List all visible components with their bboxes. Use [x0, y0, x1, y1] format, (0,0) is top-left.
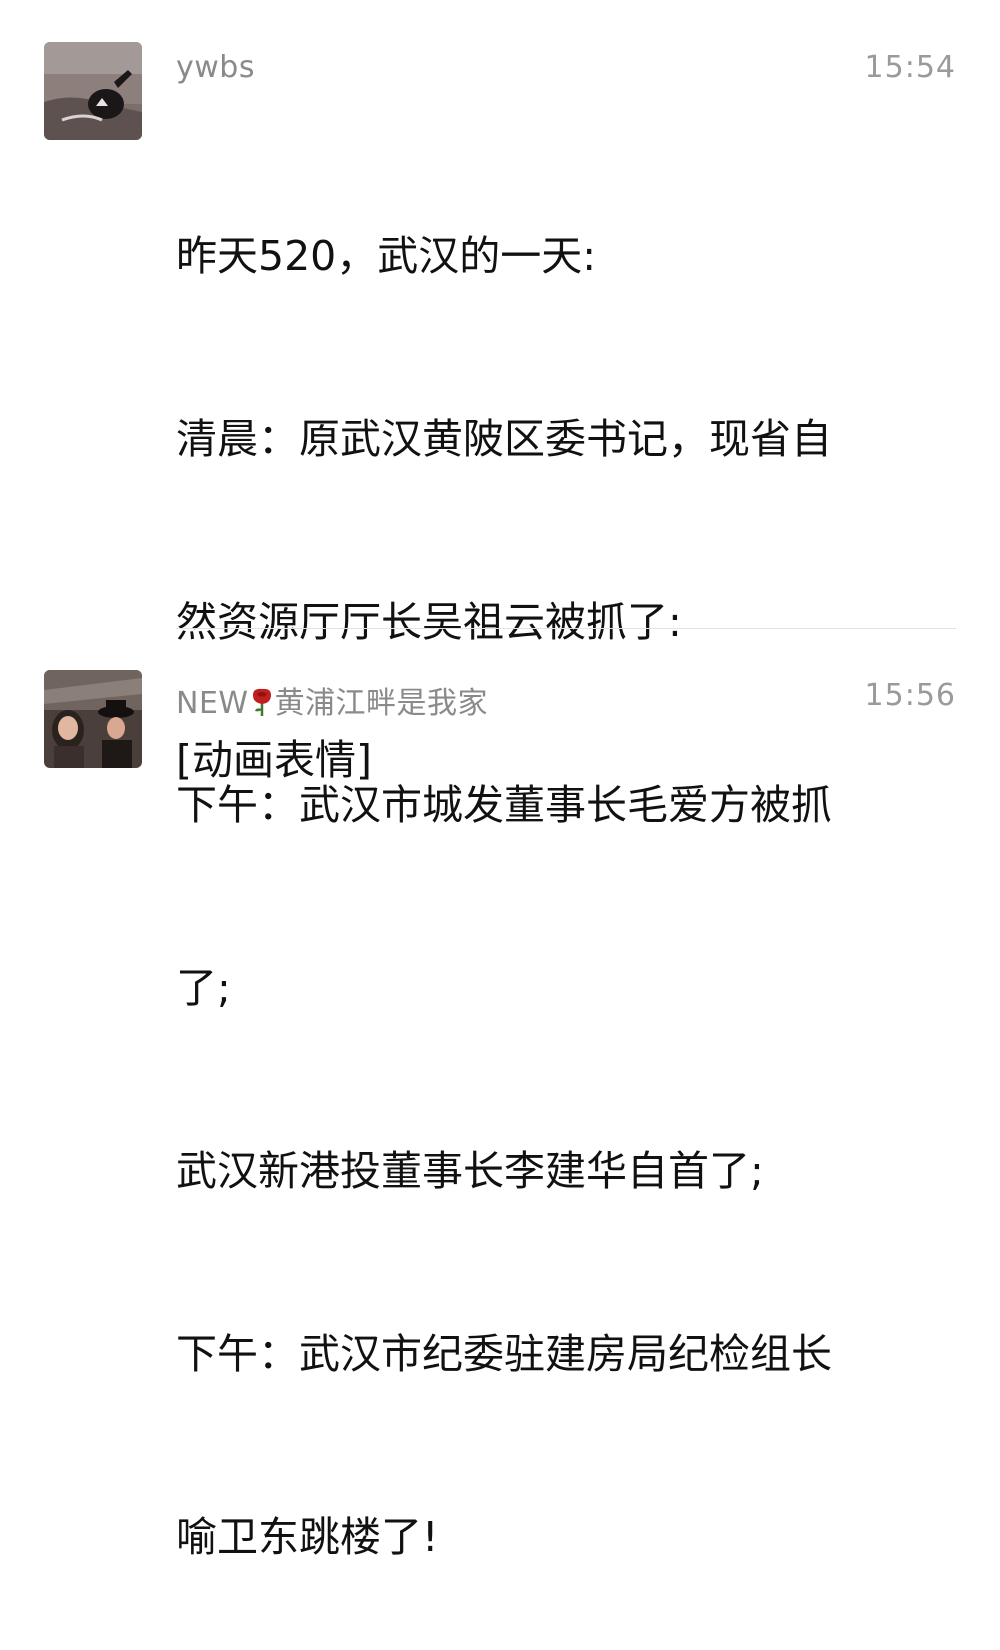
chat-message: NEW 黄浦江畔是我家 15:56 [动画表情]: [0, 632, 1000, 825]
sender-avatar[interactable]: [44, 42, 142, 140]
message-timestamp: 15:54: [864, 50, 956, 85]
message-text: 昨天520，武汉的一天: 清晨：原武汉黄陂区委书记，现省自 然资源厅厅长吴祖云被…: [176, 104, 966, 1650]
photo-avatar-icon: [44, 42, 142, 140]
sender-name[interactable]: ywbs: [176, 50, 255, 85]
sender-name-suffix: 黄浦江畔是我家: [274, 686, 489, 721]
message-line: 昨天520，武汉的一天:: [176, 232, 597, 280]
photo-avatar-icon: [44, 670, 142, 768]
message-line: 喻卫东跳楼了!: [176, 1513, 439, 1561]
message-line: 下午：武汉市纪委驻建房局纪检组长: [176, 1330, 832, 1378]
sender-name-prefix: NEW: [176, 686, 249, 721]
chat-message: ywbs 15:54 昨天520，武汉的一天: 清晨：原武汉黄陂区委书记，现省自…: [0, 0, 1000, 1561]
message-divider: [176, 628, 956, 629]
message-line: 了;: [176, 964, 231, 1012]
message-timestamp: 15:56: [864, 678, 956, 713]
message-line: 清晨：原武汉黄陂区委书记，现省自: [176, 415, 832, 463]
sender-avatar[interactable]: [44, 670, 142, 768]
rose-icon: [252, 688, 271, 716]
message-line: 武汉新港投董事长李建华自首了;: [176, 1147, 764, 1195]
message-text[interactable]: [动画表情]: [176, 730, 966, 791]
sender-name[interactable]: NEW 黄浦江畔是我家: [176, 678, 488, 722]
